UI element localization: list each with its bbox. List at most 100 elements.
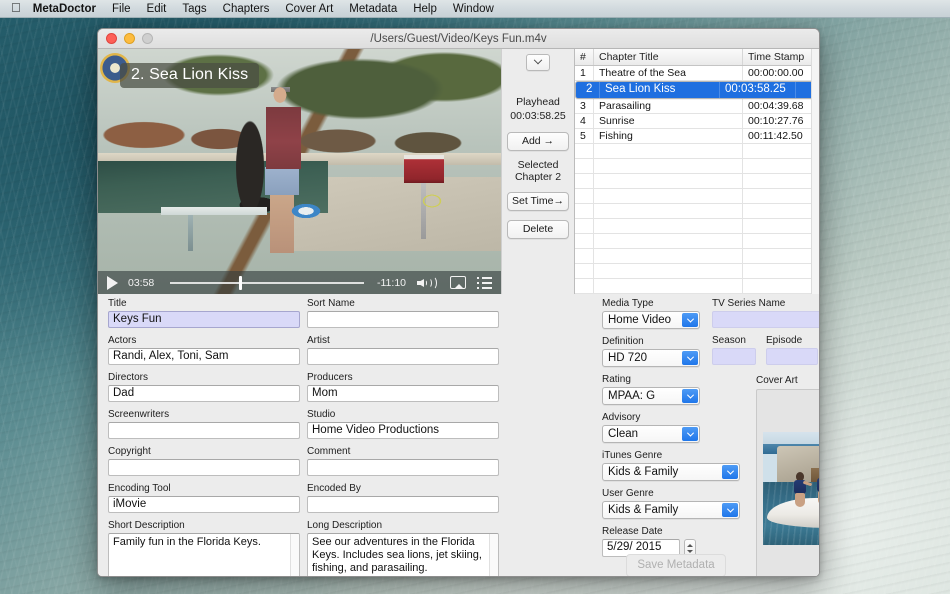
menu-item-file[interactable]: File: [104, 0, 139, 18]
table-scrollbar[interactable]: [811, 49, 819, 294]
chapter-table[interactable]: # Chapter Title Time Stamp 1Theatre of t…: [574, 49, 819, 294]
long-description-textarea[interactable]: See our adventures in the Florida Keys. …: [307, 533, 499, 577]
column-header-number[interactable]: #: [575, 49, 594, 65]
apple-logo-icon[interactable]: : [11, 1, 21, 14]
field-group-user-genre: User Genre Kids & Family: [602, 488, 700, 519]
advisory-select[interactable]: Clean: [602, 425, 700, 443]
table-row-empty[interactable]: [575, 159, 819, 174]
delete-chapter-button[interactable]: Delete: [507, 220, 569, 239]
close-window-icon[interactable]: [106, 33, 117, 44]
set-time-button[interactable]: Set Time→: [507, 192, 569, 211]
encoding-tool-input[interactable]: iMovie: [108, 496, 300, 513]
title-input[interactable]: Keys Fun: [108, 311, 300, 328]
video-player[interactable]: 2. Sea Lion Kiss 03:58 -11:10: [98, 49, 501, 294]
sort-name-input[interactable]: [307, 311, 499, 328]
media-type-select[interactable]: Home Video: [602, 311, 700, 329]
producers-input[interactable]: Mom: [307, 385, 499, 402]
definition-select[interactable]: HD 720: [602, 349, 700, 367]
play-icon[interactable]: [107, 276, 118, 290]
table-row-empty[interactable]: [575, 189, 819, 204]
table-row-empty[interactable]: [575, 249, 819, 264]
short-description-textarea[interactable]: Family fun in the Florida Keys.: [108, 533, 300, 577]
tv-series-input[interactable]: [712, 311, 820, 328]
cover-art-well[interactable]: [756, 389, 820, 577]
field-group-actors: Actors Randi, Alex, Toni, Sam: [108, 335, 300, 365]
chevron-down-icon: [534, 55, 542, 63]
studio-input[interactable]: Home Video Productions: [307, 422, 499, 439]
menu-bar:  MetaDoctor File Edit Tags Chapters Cov…: [0, 0, 950, 18]
chapter-popdown-button[interactable]: [526, 54, 550, 71]
save-metadata-button[interactable]: Save Metadata: [626, 554, 726, 577]
window-title: /Users/Guest/Video/Keys Fun.m4v: [98, 33, 819, 45]
table-row[interactable]: 2Sea Lion Kiss00:03:58.25: [575, 81, 819, 99]
window-titlebar[interactable]: /Users/Guest/Video/Keys Fun.m4v: [98, 29, 819, 49]
copyright-input[interactable]: [108, 459, 300, 476]
window-controls: [106, 33, 153, 44]
scrubber-handle[interactable]: [239, 276, 242, 290]
cell-empty: [594, 234, 743, 248]
cell-empty: [575, 234, 594, 248]
cell-timestamp: 00:10:27.76: [743, 114, 819, 128]
directors-label: Directors: [108, 372, 300, 383]
scrubber[interactable]: [170, 276, 364, 289]
column-header-title[interactable]: Chapter Title: [594, 49, 743, 65]
cell-empty: [743, 204, 819, 218]
menu-item-metadata[interactable]: Metadata: [341, 0, 405, 18]
rating-label: Rating: [602, 374, 700, 385]
rating-select[interactable]: MPAA: G: [602, 387, 700, 405]
encoded-by-input[interactable]: [307, 496, 499, 513]
episode-input[interactable]: [766, 348, 818, 365]
itunes-genre-select[interactable]: Kids & Family: [602, 463, 740, 481]
itunes-genre-value: Kids & Family: [608, 466, 678, 478]
chapter-table-body: 1Theatre of the Sea00:00:00.002Sea Lion …: [575, 66, 819, 294]
actors-input[interactable]: Randi, Alex, Toni, Sam: [108, 348, 300, 365]
menu-item-chapters[interactable]: Chapters: [215, 0, 278, 18]
table-row-empty[interactable]: [575, 264, 819, 279]
cell-title: Fishing: [594, 129, 743, 143]
table-row[interactable]: 5Fishing00:11:42.50: [575, 129, 819, 144]
table-row-empty[interactable]: [575, 279, 819, 294]
menu-item-window[interactable]: Window: [445, 0, 502, 18]
menu-item-help[interactable]: Help: [405, 0, 445, 18]
table-row[interactable]: 3Parasailing00:04:39.68: [575, 99, 819, 114]
playhead-time: 00:03:58.25: [510, 109, 565, 123]
column-header-timestamp[interactable]: Time Stamp: [743, 49, 819, 65]
user-genre-select[interactable]: Kids & Family: [602, 501, 740, 519]
field-group-tv-series: TV Series Name: [712, 298, 820, 328]
table-row-empty[interactable]: [575, 174, 819, 189]
cell-empty: [575, 174, 594, 188]
minimize-window-icon[interactable]: [124, 33, 135, 44]
menu-item-cover-art[interactable]: Cover Art: [277, 0, 341, 18]
table-row-empty[interactable]: [575, 219, 819, 234]
add-chapter-button[interactable]: Add →: [507, 132, 569, 151]
menu-item-tags[interactable]: Tags: [174, 0, 214, 18]
long-description-scrollbar[interactable]: [489, 534, 498, 577]
menu-item-metadoctor[interactable]: MetaDoctor: [25, 0, 104, 18]
season-input[interactable]: [712, 348, 756, 365]
comment-input[interactable]: [307, 459, 499, 476]
stepper-up-icon[interactable]: [687, 544, 693, 547]
chapter-controls-panel: Playhead 00:03:58.25 Add → Selected Chap…: [501, 49, 574, 294]
encoded-by-label: Encoded By: [307, 483, 499, 494]
chevron-down-icon: [722, 503, 738, 517]
field-group-encoding-tool: Encoding Tool iMovie: [108, 483, 300, 513]
form-column-dropdowns: Media Type Home Video Definition HD 720 …: [602, 298, 700, 557]
chapter-list-icon[interactable]: [477, 277, 492, 289]
screenwriters-input[interactable]: [108, 422, 300, 439]
table-row-empty[interactable]: [575, 144, 819, 159]
stepper-down-icon[interactable]: [687, 550, 693, 553]
airplay-icon[interactable]: [450, 276, 466, 289]
volume-icon[interactable]: [417, 276, 439, 290]
short-description-scrollbar[interactable]: [290, 534, 299, 577]
artist-input[interactable]: [307, 348, 499, 365]
table-row[interactable]: 4Sunrise00:10:27.76: [575, 114, 819, 129]
field-group-episode: Episode: [766, 335, 818, 365]
directors-input[interactable]: Dad: [108, 385, 300, 402]
table-row-empty[interactable]: [575, 204, 819, 219]
media-type-value: Home Video: [608, 314, 671, 326]
menu-item-edit[interactable]: Edit: [139, 0, 175, 18]
field-group-rating: Rating MPAA: G: [602, 374, 700, 405]
table-row[interactable]: 1Theatre of the Sea00:00:00.00: [575, 66, 819, 81]
video-controls-bar: 03:58 -11:10: [98, 271, 501, 294]
table-row-empty[interactable]: [575, 234, 819, 249]
